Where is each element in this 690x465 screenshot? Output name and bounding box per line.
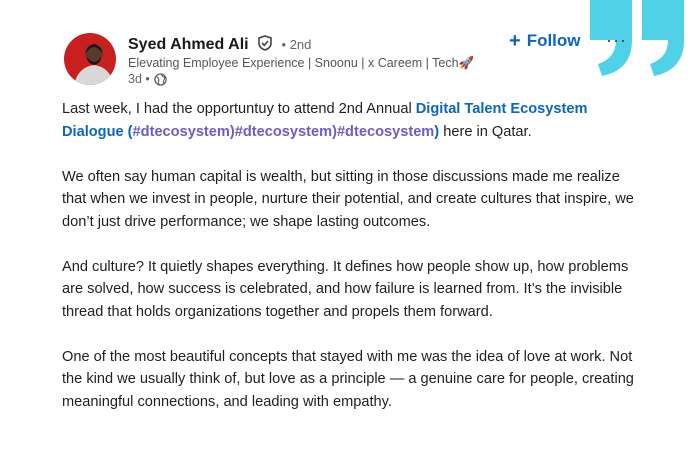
post-body: Last week, I had the opportuntuy to atte… xyxy=(62,98,637,436)
post-time: 3d • xyxy=(128,72,150,86)
author-name[interactable]: Syed Ahmed Ali xyxy=(128,36,249,53)
post-paragraph-1: Last week, I had the opportuntuy to atte… xyxy=(62,101,588,140)
follow-label: Follow xyxy=(526,31,581,50)
follow-button[interactable]: + Follow xyxy=(509,31,581,51)
connection-degree: • 2nd xyxy=(281,37,312,52)
more-icon[interactable]: ··· xyxy=(606,30,627,51)
post-paragraph-2: We often say human capital is wealth, bu… xyxy=(62,168,634,230)
verified-icon xyxy=(258,35,272,51)
post-meta: 3d • xyxy=(128,71,167,87)
author-headline: Elevating Employee Experience | Snoonu |… xyxy=(128,56,475,70)
plus-icon: + xyxy=(509,30,521,52)
author-line: Syed Ahmed Ali • 2nd xyxy=(128,35,311,55)
post-paragraph-3: And culture? It quietly shapes everythin… xyxy=(62,258,629,320)
post-paragraph-4: One of the most beautiful concepts that … xyxy=(62,348,634,410)
hashtag-link[interactable]: #dtecosystem)#dtecosystem)#dtecosystem xyxy=(133,124,435,140)
globe-icon xyxy=(154,72,167,86)
avatar[interactable] xyxy=(64,33,116,85)
